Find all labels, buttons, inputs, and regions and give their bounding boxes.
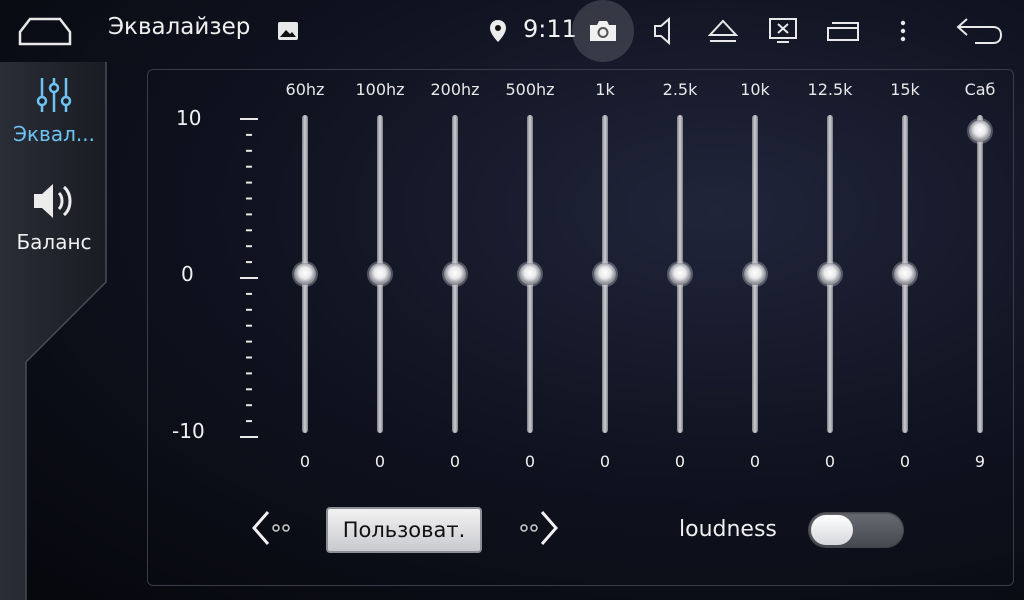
- clock: 9:11: [523, 15, 577, 43]
- slider-knob[interactable]: [594, 263, 616, 285]
- band-value: 0: [674, 452, 686, 471]
- home-icon[interactable]: [18, 0, 72, 62]
- speaker-icon: [34, 184, 72, 218]
- scale-mid-label: 0: [181, 262, 194, 286]
- loudness-label: loudness: [679, 517, 777, 542]
- windows-icon[interactable]: [826, 0, 860, 62]
- band-frequency-label: 10k: [740, 80, 770, 99]
- slider-knob[interactable]: [444, 263, 466, 285]
- chevron-right-icon: [520, 511, 558, 545]
- eject-icon[interactable]: [708, 0, 738, 62]
- screen-off-icon[interactable]: [768, 0, 798, 62]
- slider-knob[interactable]: [894, 263, 916, 285]
- band-value: 0: [299, 452, 311, 471]
- prev-preset-button[interactable]: [248, 508, 294, 548]
- chevron-left-icon: [252, 511, 290, 545]
- band-frequency-label: 500hz: [505, 80, 555, 99]
- band-value: 0: [599, 452, 611, 471]
- band-frequency-label: 1k: [595, 80, 615, 99]
- toggle-thumb: [811, 515, 853, 545]
- scale-min-label: -10: [172, 419, 205, 443]
- more-icon[interactable]: [893, 0, 913, 62]
- sidebar-item-label: Баланс: [16, 230, 92, 254]
- slider-knob[interactable]: [519, 263, 541, 285]
- sidebar-item-balance[interactable]: Баланс: [0, 180, 108, 254]
- band-frequency-label: 15k: [890, 80, 920, 99]
- sidebar: Эквал... Баланс: [0, 62, 110, 600]
- slider-track[interactable]: [977, 115, 983, 433]
- image-icon: [276, 0, 300, 62]
- band-frequency-label: 100hz: [355, 80, 405, 99]
- scale-ruler: [240, 118, 258, 438]
- slider-knob[interactable]: [294, 263, 316, 285]
- band-value: 0: [524, 452, 536, 471]
- slider-knob[interactable]: [744, 263, 766, 285]
- scale-max-label: 10: [176, 106, 202, 130]
- band-frequency-label: 200hz: [430, 80, 480, 99]
- band-value: 9: [974, 452, 986, 471]
- band-value: 0: [899, 452, 911, 471]
- volume-icon[interactable]: [650, 0, 678, 62]
- sidebar-item-equalizer[interactable]: Эквал...: [0, 76, 108, 146]
- equalizer-icon: [36, 78, 72, 112]
- band-frequency-label: 60hz: [285, 80, 325, 99]
- band-frequency-label: Саб: [964, 80, 996, 99]
- loudness-toggle[interactable]: [808, 512, 904, 548]
- band-value: 0: [824, 452, 836, 471]
- band-value: 0: [374, 452, 386, 471]
- band-value: 0: [749, 452, 761, 471]
- preset-button[interactable]: Пользоват.: [326, 507, 482, 553]
- band-value: 0: [449, 452, 461, 471]
- back-icon[interactable]: [955, 0, 1003, 62]
- slider-knob[interactable]: [969, 119, 991, 142]
- page-title: Эквалайзер: [108, 14, 251, 40]
- slider-knob[interactable]: [819, 263, 841, 285]
- sidebar-item-label: Эквал...: [13, 122, 95, 146]
- slider-knob[interactable]: [369, 263, 391, 285]
- status-bar: Эквалайзер 9:11: [0, 0, 1024, 62]
- slider-knob[interactable]: [669, 263, 691, 285]
- band-frequency-label: 12.5k: [807, 80, 853, 99]
- next-preset-button[interactable]: [516, 508, 562, 548]
- location-icon: [488, 0, 508, 62]
- band-frequency-label: 2.5k: [662, 80, 698, 99]
- camera-icon[interactable]: [586, 0, 620, 62]
